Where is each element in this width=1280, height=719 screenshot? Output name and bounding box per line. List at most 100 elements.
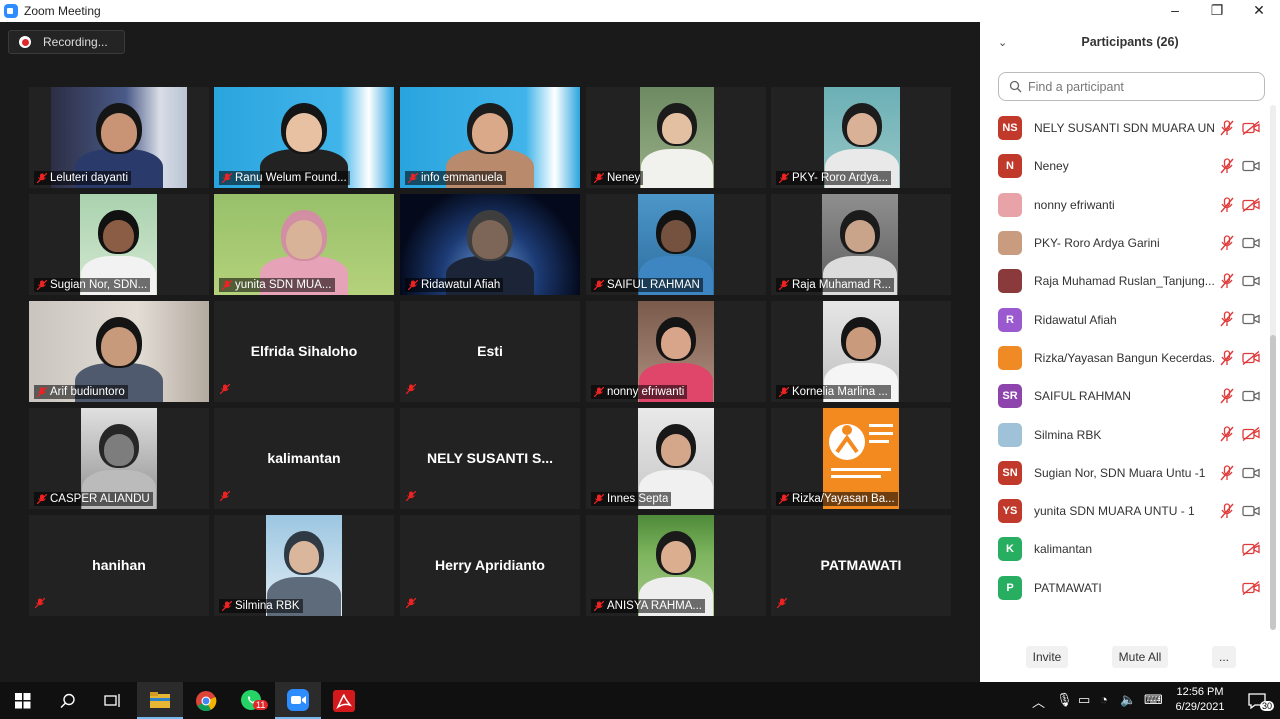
participant-row[interactable]: Rizka/Yayasan Bangun Kecerdas... <box>980 339 1270 377</box>
participant-tile[interactable]: Rizka/Yayasan Ba... <box>771 408 951 509</box>
more-button[interactable]: ... <box>1212 646 1236 668</box>
participant-tile[interactable]: CASPER ALIANDU <box>29 408 209 509</box>
microphone-icon[interactable]: 🎙 <box>1056 692 1073 708</box>
file-explorer-button[interactable] <box>137 682 183 719</box>
camera-icon[interactable] <box>1242 236 1260 250</box>
chrome-icon <box>196 690 217 711</box>
camera-icon[interactable] <box>1242 312 1260 326</box>
participant-tile[interactable]: Raja Muhamad R... <box>771 194 951 295</box>
participant-name: Rizka/Yayasan Bangun Kecerdas... <box>1034 350 1216 365</box>
participant-row[interactable]: nonny efriwanti <box>980 186 1270 224</box>
participant-tile[interactable]: Leluteri dayanti <box>29 87 209 188</box>
participant-name: hanihan <box>92 557 146 573</box>
wifi-icon[interactable]: ◔ <box>1100 692 1108 707</box>
participant-tile[interactable]: SAIFUL RAHMAN <box>586 194 766 295</box>
search-taskbar-button[interactable] <box>45 682 91 719</box>
muted-mic-icon[interactable] <box>1220 196 1234 213</box>
clock[interactable]: 12:56 PM 6/29/2021 <box>1170 685 1230 715</box>
camera-icon[interactable] <box>1242 504 1260 518</box>
notification-count: 30 <box>1260 701 1275 711</box>
camera-off-icon[interactable] <box>1242 120 1260 136</box>
acrobat-button[interactable] <box>321 682 367 719</box>
participant-tile[interactable]: PKY- Roro Ardya... <box>771 87 951 188</box>
participant-row[interactable]: PKY- Roro Ardya Garini <box>980 224 1270 262</box>
camera-off-icon[interactable] <box>1242 197 1260 212</box>
participant-row[interactable]: SN Sugian Nor, SDN Muara Untu -1 <box>980 454 1270 492</box>
muted-mic-icon[interactable] <box>1220 465 1234 481</box>
participant-tile[interactable]: PATMAWATI <box>771 515 951 616</box>
chrome-button[interactable] <box>183 682 229 719</box>
zoom-button[interactable] <box>275 682 321 719</box>
muted-mic-icon[interactable] <box>1220 235 1234 251</box>
participant-tile[interactable]: Innes Septa <box>586 408 766 509</box>
participant-row[interactable]: Silmina RBK <box>980 415 1270 453</box>
participant-name-label: Silmina RBK <box>219 599 303 613</box>
muted-mic-icon[interactable] <box>1220 388 1234 404</box>
participant-tile[interactable]: Kornelia Marlina ... <box>771 301 951 402</box>
muted-mic-icon <box>593 493 605 505</box>
participant-tile[interactable]: Ranu Welum Found... <box>214 87 394 188</box>
camera-icon[interactable] <box>1242 389 1260 403</box>
avatar: YS <box>998 499 1022 524</box>
participant-tile[interactable]: Esti <box>400 301 580 402</box>
maximize-button[interactable]: ❐ <box>1196 0 1238 22</box>
participant-row[interactable]: YS yunita SDN MUARA UNTU - 1 <box>980 492 1270 530</box>
participant-name-label: Ranu Welum Found... <box>219 171 350 185</box>
participant-row[interactable]: Kkalimantan <box>980 530 1270 568</box>
participant-name: Neney <box>607 172 641 184</box>
camera-icon[interactable] <box>1242 274 1260 288</box>
participant-tile[interactable]: nonny efriwanti <box>586 301 766 402</box>
participant-tile[interactable]: hanihan <box>29 515 209 616</box>
camera-off-icon[interactable] <box>1242 580 1260 595</box>
participant-tile[interactable]: Ridawatul Afiah <box>400 194 580 295</box>
camera-icon[interactable] <box>1242 159 1260 173</box>
participant-tile[interactable]: Neney <box>586 87 766 188</box>
participant-tile[interactable]: Sugian Nor, SDN... <box>29 194 209 295</box>
muted-mic-icon[interactable] <box>1220 350 1234 366</box>
camera-off-icon[interactable] <box>1242 427 1260 442</box>
show-hidden-icons[interactable]: ︿ <box>1032 692 1045 711</box>
start-button[interactable] <box>0 682 46 719</box>
participant-row[interactable]: P PATMAWATI <box>980 569 1270 607</box>
whatsapp-button[interactable]: 11 <box>229 682 275 719</box>
close-button[interactable]: ✕ <box>1238 0 1280 22</box>
minimize-button[interactable]: – <box>1154 0 1196 22</box>
muted-mic-icon[interactable] <box>1220 311 1234 327</box>
participant-row[interactable]: NS NELY SUSANTI SDN MUARA UN... <box>980 109 1270 147</box>
keyboard-icon[interactable]: ⌨ <box>1144 692 1163 708</box>
participant-tile[interactable]: Silmina RBK <box>214 515 394 616</box>
muted-mic-icon[interactable] <box>1220 426 1234 442</box>
participant-search-input[interactable]: Find a participant <box>998 72 1265 101</box>
participant-row[interactable]: R Ridawatul Afiah <box>980 300 1270 338</box>
participant-row[interactable]: Raja Muhamad Ruslan_Tanjung... <box>980 262 1270 300</box>
task-view-button[interactable] <box>90 682 136 719</box>
muted-mic-icon <box>407 279 419 291</box>
recording-indicator[interactable]: Recording... <box>8 30 125 54</box>
participant-tile[interactable]: ANISYA RAHMA... <box>586 515 766 616</box>
participant-name: SAIFUL RAHMAN <box>1034 389 1131 404</box>
battery-icon[interactable]: ▭ <box>1078 692 1090 708</box>
camera-off-icon[interactable] <box>1242 542 1260 557</box>
muted-mic-icon[interactable] <box>1220 503 1234 519</box>
mute-all-button[interactable]: Mute All <box>1112 646 1168 668</box>
participant-tile[interactable]: yunita SDN MUA... <box>214 194 394 295</box>
volume-icon[interactable]: 🔈 <box>1120 692 1136 708</box>
invite-button[interactable]: Invite <box>1026 646 1068 668</box>
muted-mic-icon[interactable] <box>1220 273 1234 289</box>
participant-row[interactable]: SR SAIFUL RAHMAN <box>980 377 1270 415</box>
scrollbar-thumb[interactable] <box>1270 335 1276 630</box>
participant-tile[interactable]: kalimantan <box>214 408 394 509</box>
participant-name-label: Raja Muhamad R... <box>776 278 895 292</box>
muted-mic-icon[interactable] <box>1220 120 1234 136</box>
participant-tile[interactable]: Herry Apridianto <box>400 515 580 616</box>
participant-tile[interactable]: Arif budiuntoro <box>29 301 209 402</box>
camera-icon[interactable] <box>1242 466 1260 480</box>
participant-tile[interactable]: NELY SUSANTI S... <box>400 408 580 509</box>
participant-tile[interactable]: Elfrida Sihaloho <box>214 301 394 402</box>
participant-row[interactable]: N Neney <box>980 147 1270 185</box>
participant-tile[interactable]: info emmanuela <box>400 87 580 188</box>
camera-off-icon[interactable] <box>1242 350 1260 365</box>
notifications-button[interactable]: 30 <box>1234 682 1280 719</box>
participant-scrollbar[interactable] <box>1270 105 1276 630</box>
muted-mic-icon[interactable] <box>1220 158 1234 174</box>
